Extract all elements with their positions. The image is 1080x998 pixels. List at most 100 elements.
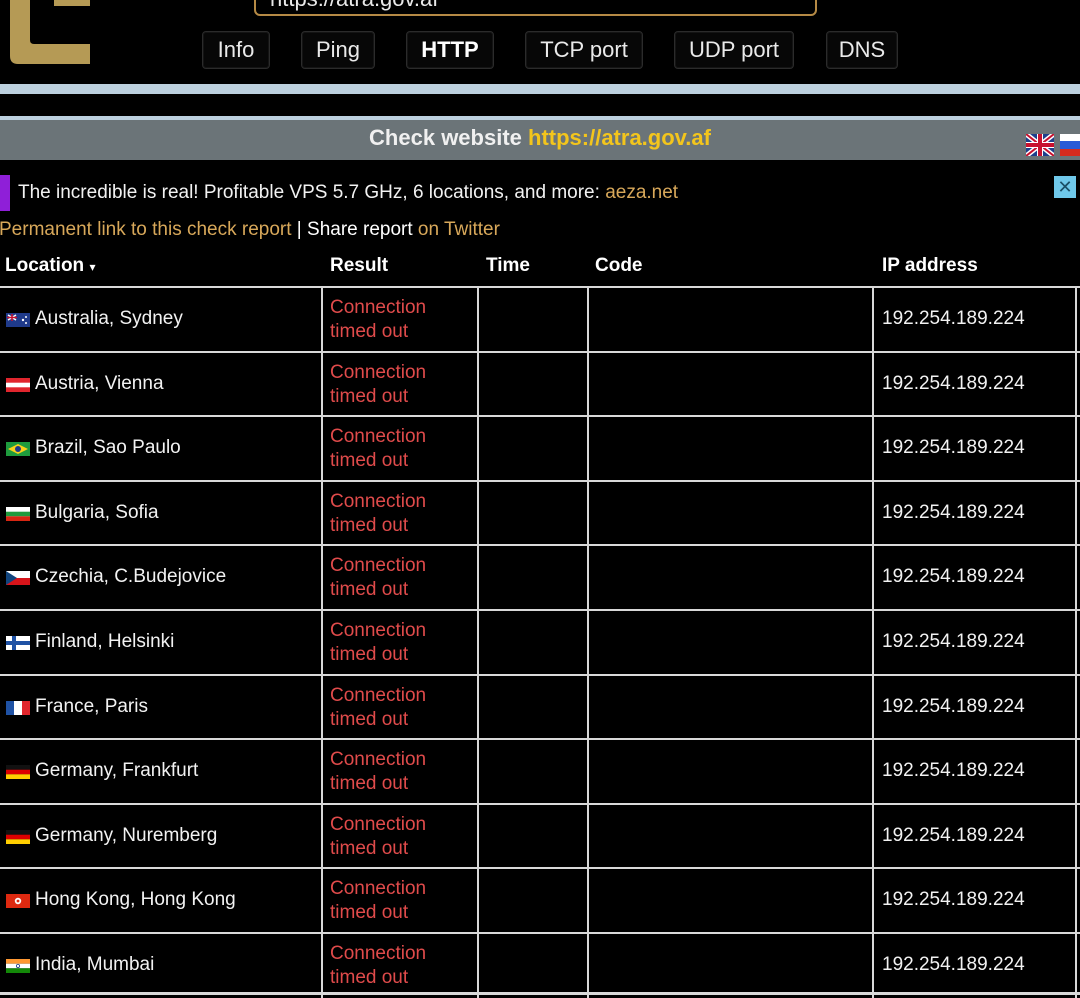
ip-address-cell: 192.254.189.224 — [882, 566, 1025, 587]
result-line-2: timed out — [330, 967, 409, 988]
tab-ping[interactable]: Ping — [301, 31, 375, 69]
cell-divider — [1075, 805, 1077, 869]
cell-divider — [477, 546, 479, 610]
brazil-flag-icon — [6, 442, 30, 456]
cell-divider — [477, 611, 479, 675]
cell-divider — [477, 740, 479, 804]
cell-divider — [872, 482, 874, 546]
cell-divider — [1075, 353, 1077, 417]
url-input[interactable]: https://atra.gov.af — [254, 0, 817, 16]
column-location[interactable]: Location ▾ — [5, 255, 95, 277]
ip-address-cell: 192.254.189.224 — [882, 308, 1025, 329]
tab-udp-port[interactable]: UDP port — [674, 31, 794, 69]
result-line-2: timed out — [330, 773, 409, 794]
report-title-url[interactable]: https://atra.gov.af — [528, 125, 711, 150]
tab-http[interactable]: HTTP — [406, 31, 494, 69]
bulgaria-flag-icon — [6, 507, 30, 521]
germany-flag-icon — [6, 765, 30, 779]
ad-banner: The incredible is real! Profitable VPS 5… — [0, 175, 1080, 211]
twitter-link[interactable]: on Twitter — [413, 219, 500, 240]
results-table-header: Location ▾ Result Time Code IP address — [0, 252, 1080, 286]
tab-dns[interactable]: DNS — [826, 31, 898, 69]
location-cell: Germany, Frankfurt — [35, 760, 199, 781]
result-line-2: timed out — [330, 579, 409, 600]
cell-divider — [587, 740, 589, 804]
cell-divider — [587, 353, 589, 417]
location-cell: Austria, Vienna — [35, 373, 164, 394]
table-bottom-border — [0, 992, 1080, 995]
ad-close-icon[interactable]: ✕ — [1054, 176, 1076, 198]
cell-divider — [872, 353, 874, 417]
table-row: Germany, Nuremberg Connection timed out 192… — [0, 803, 1080, 869]
table-row: Bulgaria, Sofia Connection timed out 192.25… — [0, 480, 1080, 546]
table-row: Germany, Frankfurt Connection timed out 192… — [0, 738, 1080, 804]
result-line-2: timed out — [330, 515, 409, 536]
hongkong-flag-icon — [6, 894, 30, 908]
share-report-label: Share report — [307, 219, 413, 240]
result-line-2: timed out — [330, 450, 409, 471]
ip-address-cell: 192.254.189.224 — [882, 502, 1025, 523]
site-header: https://atra.gov.af Info Ping HTTP TCP p… — [0, 0, 1080, 84]
cell-divider — [321, 869, 323, 933]
cell-divider — [872, 417, 874, 481]
ru-flag-icon[interactable] — [1060, 134, 1080, 156]
cell-divider — [477, 482, 479, 546]
location-cell: Hong Kong, Hong Kong — [35, 889, 236, 910]
ip-address-cell: 192.254.189.224 — [882, 760, 1025, 781]
result-line-1: Connection — [330, 943, 427, 964]
result-line-1: Connection — [330, 297, 427, 318]
location-cell: Germany, Nuremberg — [35, 825, 218, 846]
result-line-1: Connection — [330, 749, 427, 770]
check-type-nav: Info Ping HTTP TCP port UDP port DNS — [0, 31, 1080, 71]
column-time: Time — [486, 255, 531, 276]
ip-address-cell: 192.254.189.224 — [882, 373, 1025, 394]
cell-divider — [587, 869, 589, 933]
uk-flag-icon[interactable] — [1026, 134, 1054, 156]
cell-divider — [321, 353, 323, 417]
result-line-1: Connection — [330, 814, 427, 835]
table-row: Austria, Vienna Connection timed out 192.25… — [0, 351, 1080, 417]
column-location-label: Location — [5, 255, 85, 276]
location-cell: Finland, Helsinki — [35, 631, 175, 652]
result-cell: Connection timed out — [330, 877, 426, 925]
cell-divider — [1075, 482, 1077, 546]
cell-divider — [477, 353, 479, 417]
location-cell: France, Paris — [35, 696, 148, 717]
finland-flag-icon — [6, 636, 30, 650]
czechia-flag-icon — [6, 571, 30, 585]
germany-flag-icon — [6, 830, 30, 844]
tab-tcp-port[interactable]: TCP port — [525, 31, 643, 69]
result-cell: Connection timed out — [330, 425, 426, 473]
ip-address-cell: 192.254.189.224 — [882, 696, 1025, 717]
australia-flag-icon — [6, 313, 30, 327]
permanent-link[interactable]: Permanent link to this check report — [0, 219, 292, 240]
result-line-1: Connection — [330, 491, 427, 512]
result-line-2: timed out — [330, 386, 409, 407]
sort-arrow-icon: ▾ — [89, 260, 96, 274]
cell-divider — [321, 934, 323, 998]
cell-divider — [321, 611, 323, 675]
table-row: Brazil, Sao Paulo Connection timed out 192.… — [0, 415, 1080, 481]
report-title-band: Check website https://atra.gov.af — [0, 116, 1080, 160]
table-row: Finland, Helsinki Connection timed out 192.… — [0, 609, 1080, 675]
cell-divider — [477, 417, 479, 481]
result-line-1: Connection — [330, 620, 427, 641]
ad-text: The incredible is real! Profitable VPS 5… — [18, 182, 678, 204]
cell-divider — [587, 546, 589, 610]
result-line-2: timed out — [330, 902, 409, 923]
result-line-1: Connection — [330, 878, 427, 899]
share-separator: | — [291, 219, 308, 240]
ip-address-cell: 192.254.189.224 — [882, 954, 1025, 975]
result-cell: Connection timed out — [330, 554, 426, 602]
france-flag-icon — [6, 701, 30, 715]
cell-divider — [477, 288, 479, 352]
result-line-1: Connection — [330, 685, 427, 706]
cell-divider — [321, 417, 323, 481]
cell-divider — [1075, 934, 1077, 998]
cell-divider — [1075, 676, 1077, 740]
cell-divider — [872, 869, 874, 933]
report-title-prefix: Check website — [369, 125, 528, 150]
tab-info[interactable]: Info — [202, 31, 270, 69]
ad-link[interactable]: aeza.net — [605, 182, 678, 203]
cell-divider — [1075, 546, 1077, 610]
